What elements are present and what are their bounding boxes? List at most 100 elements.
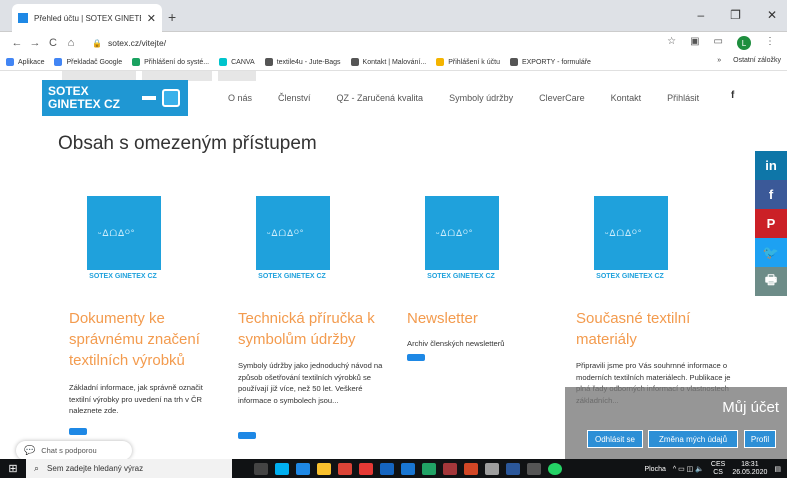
taskbar-search[interactable]: ⌕ Sem zadejte hledaný výraz	[26, 459, 232, 478]
card-more-button[interactable]	[69, 428, 87, 435]
bookmark-item[interactable]: CANVA	[219, 58, 255, 66]
support-chat-button[interactable]: 💬 Chat s podporou	[16, 441, 132, 459]
chrome-icon[interactable]	[338, 462, 352, 475]
menu-item-symboly[interactable]: Symboly údržby	[449, 93, 513, 103]
content-card: ᵕᐃᗝᐃᴼ° SOTEX GINETEX CZ Technická příruč…	[238, 196, 388, 439]
search-icon: ⌕	[34, 463, 40, 473]
card-caption: SOTEX GINETEX CZ	[258, 273, 326, 280]
bookmarks-more-button[interactable]: »	[717, 57, 721, 64]
explorer-icon[interactable]	[317, 462, 331, 475]
calculator-icon[interactable]	[527, 462, 541, 475]
home-button[interactable]: ⌂	[62, 37, 80, 49]
window-controls: – ❐ ✕	[697, 8, 777, 22]
app-icon[interactable]	[359, 462, 373, 475]
ginetex-logo-icon: ᵕᐃᗝᐃᴼ°	[267, 228, 305, 238]
language-indicator[interactable]: CES CS	[711, 461, 725, 477]
site-logo[interactable]: SOTEX GINETEX CZ	[42, 80, 188, 116]
task-view-icon[interactable]	[254, 462, 268, 475]
card-image[interactable]: ᵕᐃᗝᐃᴼ°	[256, 196, 330, 270]
outlook-icon[interactable]	[401, 462, 415, 475]
tab-title: Přehled účtu | SOTEX GINETEX Č	[34, 13, 141, 23]
bookmark-item[interactable]: Kontakt | Malování...	[350, 58, 426, 66]
bookmark-icon	[54, 58, 63, 66]
new-tab-button[interactable]: +	[168, 9, 176, 25]
bookmark-item[interactable]: Přihlášení k účtu	[436, 58, 500, 66]
card-body: Základní informace, jak správně označit …	[69, 383, 203, 415]
menu-item-o-nas[interactable]: O nás	[228, 93, 252, 103]
logo-mark-icon	[162, 89, 180, 107]
linkedin-icon[interactable]: in	[755, 151, 787, 180]
profile-button[interactable]: Profil	[744, 430, 776, 448]
whatsapp-icon[interactable]	[548, 462, 562, 475]
menu-item-clenstvi[interactable]: Členství	[278, 93, 311, 103]
url-text: sotex.cz/vitejte/	[107, 38, 167, 48]
card-more-button[interactable]	[407, 354, 425, 361]
chat-icon: 💬	[24, 445, 36, 455]
bookmark-item[interactable]: Překladač Google	[54, 58, 122, 66]
skype-icon[interactable]	[275, 462, 289, 475]
forward-button[interactable]: →	[26, 37, 44, 49]
card-image[interactable]: ᵕᐃᗝᐃᴼ°	[87, 196, 161, 270]
account-label: Můj účet	[722, 399, 779, 416]
windows-taskbar: ⊞ ⌕ Sem zadejte hledaný výraz Plocha ^ ▭…	[0, 459, 787, 478]
menu-item-clevercare[interactable]: CleverCare	[539, 93, 585, 103]
address-bar[interactable]: 🔒 sotex.cz/vitejte/	[92, 34, 662, 52]
bookmarks-overflow: » Ostatní záložky	[717, 57, 781, 64]
edge-icon[interactable]	[296, 462, 310, 475]
maximize-button[interactable]: ❐	[730, 8, 741, 22]
pinterest-icon[interactable]: P	[755, 209, 787, 238]
clock[interactable]: 18:31 26.05.2020	[732, 461, 767, 477]
card-title[interactable]: Dokumenty ke správnému značení textilníc…	[69, 308, 234, 371]
lock-icon: 🔒	[92, 38, 102, 48]
card-more-button[interactable]	[238, 432, 256, 439]
word-icon[interactable]	[506, 462, 520, 475]
facebook-header-icon[interactable]: f	[731, 90, 734, 101]
card-title[interactable]: Technická příručka k symbolům údržby	[238, 308, 403, 350]
bookmark-item[interactable]: EXPORTY - formuláře	[509, 58, 591, 66]
tray-label[interactable]: Plocha	[644, 466, 665, 473]
reload-button[interactable]: C	[44, 37, 62, 49]
bookmark-icon	[6, 58, 14, 66]
back-button[interactable]: ←	[8, 37, 26, 49]
card-caption: SOTEX GINETEX CZ	[596, 273, 664, 280]
cast-icon[interactable]: ▭	[714, 36, 723, 50]
edit-profile-button[interactable]: Změna mých údajů	[648, 430, 738, 448]
card-image[interactable]: ᵕᐃᗝᐃᴼ°	[425, 196, 499, 270]
menu-item-kontakt[interactable]: Kontakt	[611, 93, 642, 103]
access-icon[interactable]	[443, 462, 457, 475]
close-window-button[interactable]: ✕	[767, 8, 777, 22]
menu-item-prihlasit[interactable]: Přihlásit	[667, 93, 699, 103]
bookmark-star-icon[interactable]: ☆	[667, 36, 676, 50]
print-icon[interactable]: 🖶	[755, 267, 787, 296]
bookmark-icon	[132, 58, 141, 66]
card-title[interactable]: Newsletter	[407, 308, 572, 329]
browser-actions: ☆ ▣ ▭ L ⋮	[667, 36, 775, 50]
browser-tab[interactable]: Přehled účtu | SOTEX GINETEX Č ✕	[12, 4, 162, 32]
taskbar-apps	[254, 462, 562, 475]
excel-icon[interactable]	[422, 462, 436, 475]
card-image[interactable]: ᵕᐃᗝᐃᴼ°	[594, 196, 668, 270]
tray-icons[interactable]: ^ ▭ ◫ 🔈	[673, 465, 704, 473]
logout-button[interactable]: Odhlásit se	[587, 430, 643, 448]
browser-menu-icon[interactable]: ⋮	[765, 36, 775, 50]
bookmark-icon	[350, 58, 359, 66]
app-icon[interactable]	[380, 462, 394, 475]
notifications-icon[interactable]: ▤	[774, 465, 781, 473]
bookmark-item[interactable]: Aplikace	[6, 58, 44, 66]
main-menu: O nás Členství QZ - Zaručená kvalita Sym…	[228, 93, 725, 103]
card-title[interactable]: Současné textilní materiály	[576, 308, 741, 350]
bookmark-item[interactable]: textile4u - Jute-Bags	[264, 58, 341, 66]
twitter-icon[interactable]: 🐦	[755, 238, 787, 267]
start-button[interactable]: ⊞	[0, 462, 26, 475]
extension-icon[interactable]: ▣	[690, 36, 699, 50]
app-icon[interactable]	[485, 462, 499, 475]
profile-avatar[interactable]: L	[737, 36, 751, 50]
minimize-button[interactable]: –	[697, 8, 704, 22]
facebook-icon[interactable]: f	[755, 180, 787, 209]
other-bookmarks-folder[interactable]: Ostatní záložky	[733, 57, 781, 64]
powerpoint-icon[interactable]	[464, 462, 478, 475]
favicon-icon	[18, 13, 28, 23]
menu-item-qz[interactable]: QZ - Zaručená kvalita	[337, 93, 424, 103]
close-tab-icon[interactable]: ✕	[147, 12, 156, 25]
bookmark-item[interactable]: Přihlášení do systé...	[132, 58, 209, 66]
